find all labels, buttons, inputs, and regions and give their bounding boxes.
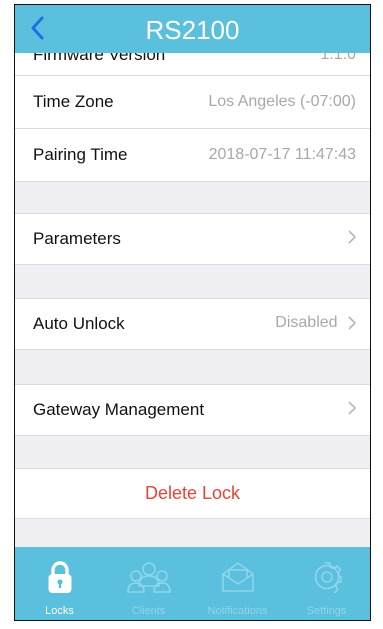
section-divider [15, 518, 370, 519]
tab-settings[interactable]: Settings [282, 547, 370, 620]
firmware-version-value: 1.1.0 [320, 53, 356, 63]
firmware-version-label: Firmware Version [33, 53, 166, 64]
gear-icon [314, 562, 342, 593]
lock-icon [48, 561, 71, 593]
tab-clients[interactable]: Clients [104, 547, 193, 620]
auto-unlock-status: Disabled [275, 314, 356, 332]
people-icon [126, 562, 171, 593]
page-title: RS2100 [145, 15, 240, 45]
chevron-right-icon [348, 316, 356, 330]
gateway-management-label: Gateway Management [33, 400, 205, 419]
lock-detail-list[interactable]: Firmware Version 1.1.0 Time Zone Los Ang… [15, 53, 370, 547]
tab-clients-label: Clients [131, 605, 166, 617]
auto-unlock-row[interactable]: Auto Unlock Disabled [15, 299, 370, 349]
gateway-management-row[interactable]: Gateway Management [15, 385, 370, 435]
auto-unlock-label: Auto Unlock [33, 314, 125, 333]
auto-unlock-value: Disabled [275, 314, 338, 331]
parameters-label: Parameters [33, 229, 121, 248]
tab-bar: Locks Clients Notifications Settings [15, 547, 370, 620]
firmware-version-row: Firmware Version 1.1.0 [15, 53, 370, 75]
section-divider [15, 349, 370, 350]
chevron-right-icon [348, 401, 356, 415]
pairing-time-label: Pairing Time [33, 145, 128, 164]
tab-notifications-label: Notifications [207, 605, 268, 617]
tab-locks-label: Locks [45, 605, 74, 617]
tab-locks[interactable]: Locks [15, 547, 104, 620]
time-zone-label: Time Zone [33, 92, 114, 111]
chevron-right-icon [348, 230, 356, 244]
delete-lock-button[interactable]: Delete Lock [15, 469, 370, 518]
phone-screen: RS2100 Firmware Version 1.1.0 Time Zone … [14, 4, 371, 621]
parameters-row[interactable]: Parameters [15, 214, 370, 264]
tab-notifications[interactable]: Notifications [193, 547, 282, 620]
section-divider [15, 264, 370, 265]
time-zone-row: Time Zone Los Angeles (-07:00) [15, 76, 370, 128]
row-divider [15, 181, 370, 182]
envelope-icon [221, 562, 254, 592]
delete-lock-label: Delete Lock [144, 483, 241, 503]
section-divider [15, 435, 370, 436]
parameters-chevron-wrap [348, 228, 356, 246]
time-zone-value: Los Angeles (-07:00) [208, 93, 356, 110]
tab-settings-label: Settings [306, 605, 347, 617]
pairing-time-row: Pairing Time 2018-07-17 11:47:43 [15, 129, 370, 181]
gateway-chevron-wrap [348, 399, 356, 417]
pairing-time-value: 2018-07-17 11:47:43 [208, 146, 356, 163]
navigation-bar: RS2100 [15, 5, 370, 53]
